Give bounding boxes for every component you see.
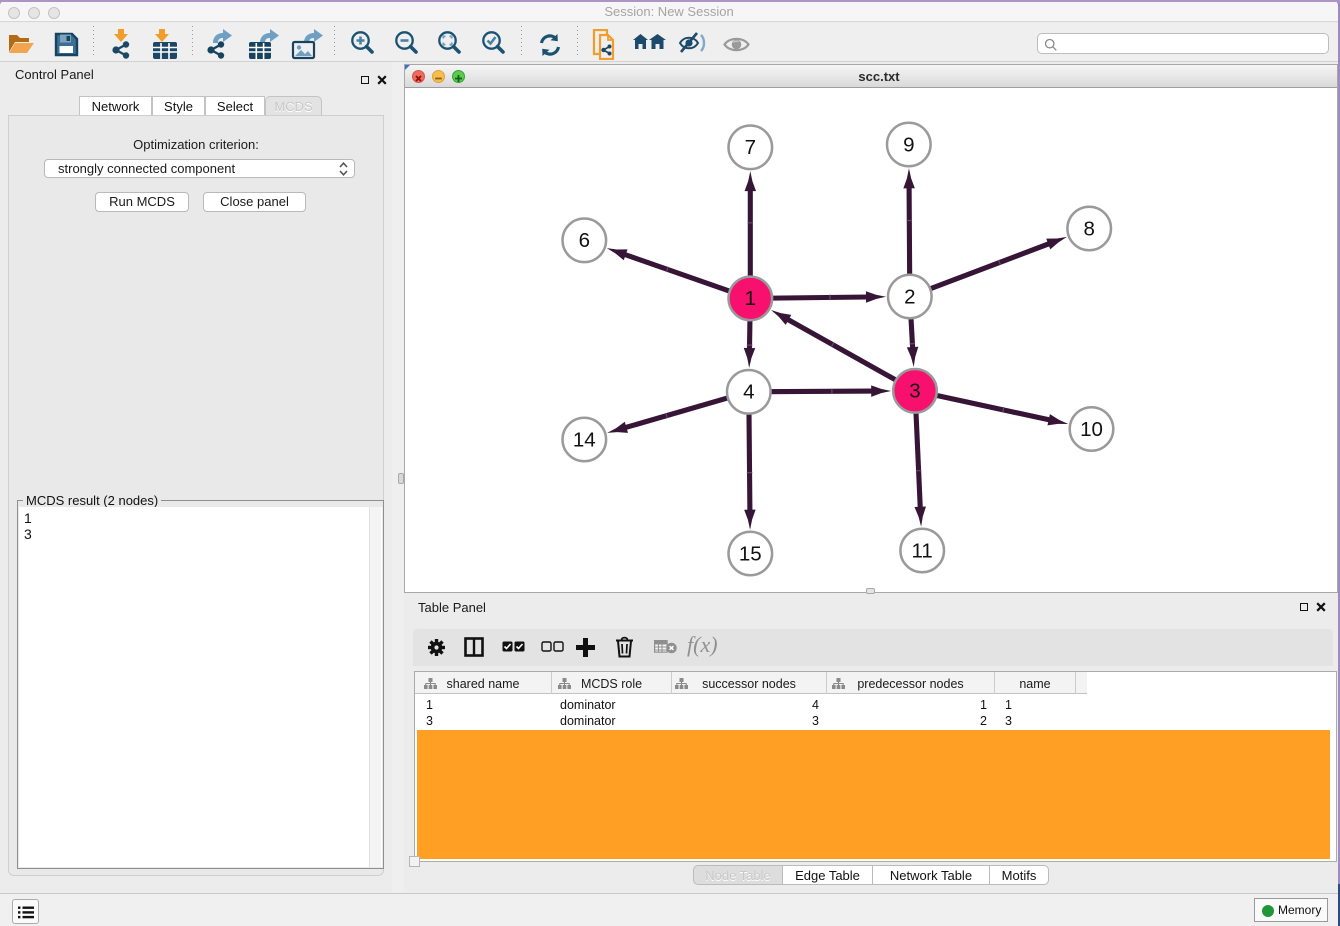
svg-text:14: 14 [573,428,596,451]
svg-text:7: 7 [745,136,756,159]
svg-text:3: 3 [909,380,920,403]
svg-text:8: 8 [1083,217,1094,240]
svg-text:6: 6 [579,229,590,252]
svg-text:10: 10 [1080,418,1103,441]
svg-text:15: 15 [739,542,762,565]
svg-text:4: 4 [743,381,754,404]
svg-text:11: 11 [912,539,933,562]
svg-text:2: 2 [904,285,915,308]
svg-text:1: 1 [745,287,756,310]
svg-text:9: 9 [903,133,914,156]
